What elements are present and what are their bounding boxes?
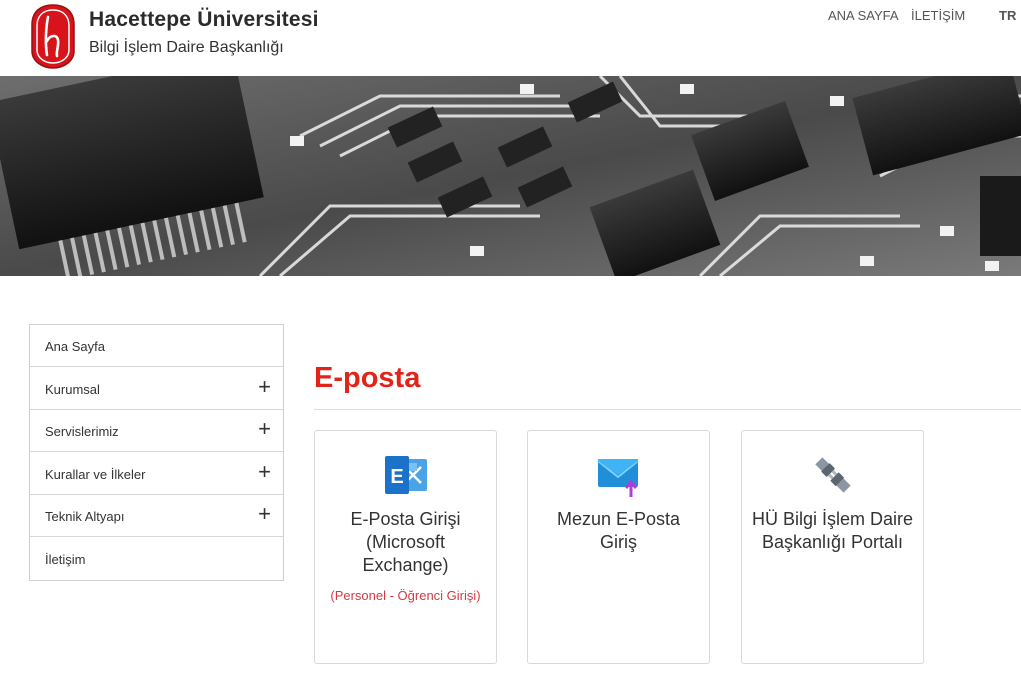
sidebar-item-label: İletişim — [45, 552, 86, 567]
expand-plus-icon[interactable]: + — [258, 416, 271, 442]
svg-text:E: E — [390, 466, 403, 488]
nav-contact-link[interactable]: İLETİŞİM — [911, 8, 965, 23]
card-title: E-Posta Girişi (Microsoft Exchange) — [350, 509, 461, 575]
card-title: HÜ Bilgi İşlem Daire Başkanlığı Portalı — [751, 509, 914, 552]
sidebar-item-iletisim[interactable]: İletişim — [30, 538, 283, 580]
banner-image — [0, 76, 1021, 276]
expand-plus-icon[interactable]: + — [258, 374, 271, 400]
page-title: E-posta — [314, 362, 421, 394]
department-subtitle: Bilgi İşlem Daire Başkanlığı — [89, 39, 284, 56]
sidebar-item-label: Kurallar ve İlkeler — [45, 467, 146, 482]
nav-home-link[interactable]: ANA SAYFA — [828, 8, 899, 23]
hacettepe-logo-icon[interactable] — [30, 3, 76, 70]
card-exchange-login[interactable]: E E-Posta Girişi (Microsoft Exchange) (P… — [314, 430, 497, 664]
title-divider — [314, 409, 1021, 410]
sidebar-item-label: Teknik Altyapı — [45, 509, 125, 524]
site-header: Hacettepe Üniversitesi Bilgi İşlem Daire… — [0, 0, 1021, 76]
sidebar-item-servislerimiz[interactable]: Servislerimiz + — [30, 410, 283, 452]
sidebar-item-teknik-altyapi[interactable]: Teknik Altyapı + — [30, 495, 283, 537]
sidebar-item-label: Kurumsal — [45, 382, 100, 397]
sidebar-menu: Ana Sayfa Kurumsal + Servislerimiz + Kur… — [29, 324, 284, 581]
mail-upload-icon — [596, 459, 639, 497]
sidebar-item-ana-sayfa[interactable]: Ana Sayfa — [30, 325, 283, 367]
card-portal[interactable]: HÜ Bilgi İşlem Daire Başkanlığı Portalı — [741, 430, 924, 664]
sidebar-item-label: Servislerimiz — [45, 424, 119, 439]
exchange-icon: E — [384, 456, 427, 494]
card-alumni-email[interactable]: Mezun E-Posta Giriş — [527, 430, 710, 664]
expand-plus-icon[interactable]: + — [258, 459, 271, 485]
university-title[interactable]: Hacettepe Üniversitesi — [89, 8, 319, 32]
expand-plus-icon[interactable]: + — [258, 501, 271, 527]
card-subtitle: (Personel - Öğrenci Girişi) — [330, 588, 481, 603]
circuit-board-banner — [0, 76, 1021, 276]
card-title: Mezun E-Posta Giriş — [556, 509, 681, 552]
sidebar-item-label: Ana Sayfa — [45, 339, 105, 354]
sidebar-item-kurallar[interactable]: Kurallar ve İlkeler + — [30, 453, 283, 495]
sidebar-item-kurumsal[interactable]: Kurumsal + — [30, 368, 283, 410]
language-switch[interactable]: TR — [999, 8, 1016, 23]
plug-icon — [814, 457, 851, 493]
